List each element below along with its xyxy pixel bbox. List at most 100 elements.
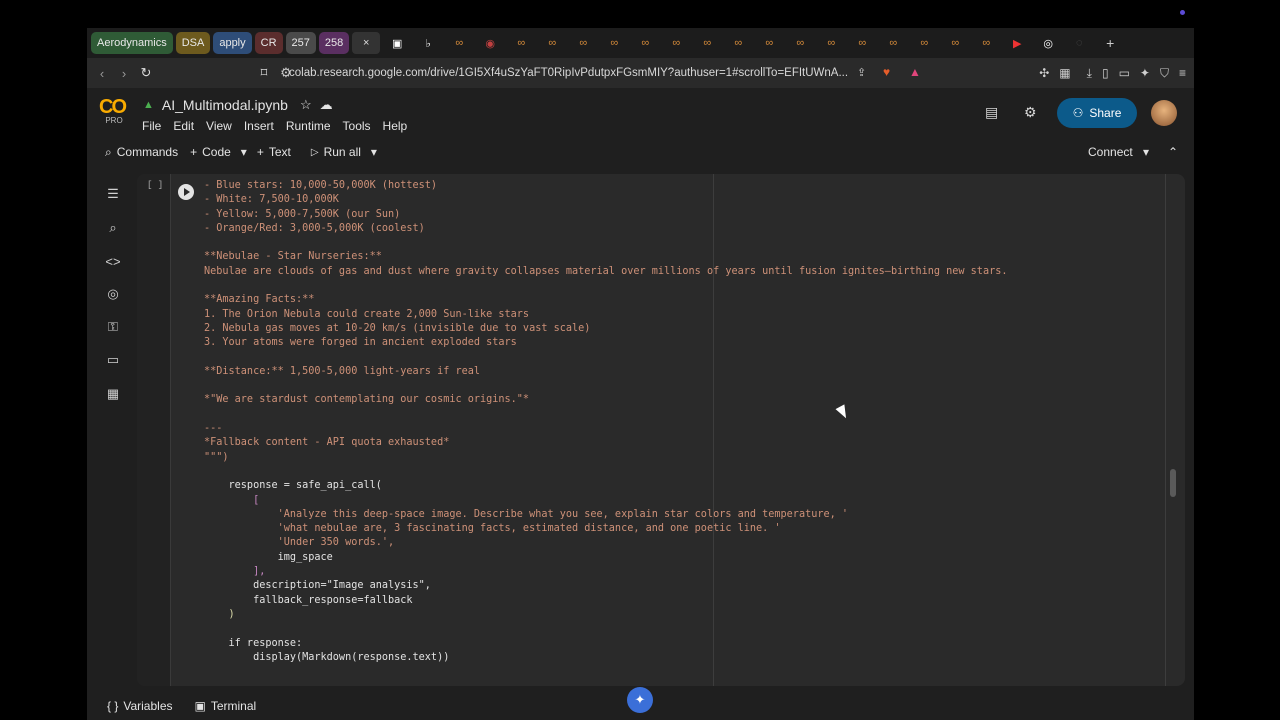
share-button[interactable]: ⚇ Share (1057, 98, 1137, 128)
gemini-button[interactable]: ✦ (627, 687, 653, 713)
tab-group-1[interactable]: DSA (175, 32, 211, 54)
forward-icon[interactable]: › (113, 62, 135, 84)
chevron-down-icon[interactable]: ▾ (1137, 145, 1155, 159)
extensions-icon[interactable]: ✣ (1039, 66, 1049, 80)
vpn-icon[interactable]: ⛉ (1160, 66, 1169, 81)
menu-item-view[interactable]: View (206, 119, 232, 133)
table-of-contents-icon[interactable]: ☰ (104, 185, 122, 203)
browser-menu-icon[interactable]: ≡ (1179, 66, 1186, 80)
run-cell-button[interactable] (178, 184, 194, 200)
chevron-down-icon[interactable]: ▾ (237, 145, 251, 159)
add-text-button[interactable]: + Text (251, 145, 297, 159)
tab-group-2[interactable]: apply (213, 32, 252, 54)
tab-colab-icon[interactable]: ∞ (662, 32, 690, 54)
download-icon[interactable]: ⤓ (1087, 66, 1092, 81)
tab-favicon-icon[interactable]: ♭ (414, 32, 442, 54)
reload-icon[interactable]: ↻ (135, 62, 157, 84)
tab-favicon-icon[interactable]: ◎ (1034, 32, 1062, 54)
menu-item-runtime[interactable]: Runtime (286, 119, 331, 133)
tab-colab-icon[interactable]: ∞ (786, 32, 814, 54)
sidebar-toggle-icon[interactable]: ▯ (1102, 66, 1109, 80)
active-tab-close-icon[interactable]: × (352, 32, 381, 54)
tab-group-0[interactable]: Aerodynamics (91, 32, 173, 54)
rewards-icon[interactable]: ▲ (909, 65, 921, 79)
secrets-key-icon[interactable]: ⚿ (104, 318, 122, 336)
variables-button[interactable]: { } Variables (101, 699, 179, 713)
collapse-header-icon[interactable]: ⌃ (1162, 145, 1184, 159)
code-line: *Fallback content - API quota exhausted* (204, 437, 450, 449)
tab-group-4[interactable]: 257 (285, 32, 316, 54)
settings-gear-icon[interactable]: ⚙ (1024, 104, 1037, 121)
new-tab-button[interactable]: + (1096, 32, 1124, 54)
star-icon[interactable]: ☆ (300, 97, 312, 113)
plus-icon: + (256, 145, 264, 159)
tab-colab-icon[interactable]: ∞ (724, 32, 752, 54)
code-label: Code (202, 145, 231, 159)
add-code-button[interactable]: + Code (184, 145, 237, 159)
tab-colab-icon[interactable]: ∞ (755, 32, 783, 54)
run-all-label: Run all (323, 145, 361, 159)
tab-group-3[interactable]: CR (254, 32, 283, 54)
tab-colab-icon[interactable]: ∞ (910, 32, 938, 54)
code-cell[interactable]: [ ] - Blue stars: 10,000-50,000K (hottes… (137, 174, 1185, 686)
tab-colab-icon[interactable]: ∞ (972, 32, 1000, 54)
menu-item-help[interactable]: Help (383, 119, 408, 133)
execution-count: [ ] (147, 180, 164, 190)
connect-button[interactable]: Connect (1082, 145, 1139, 159)
tab-colab-icon[interactable]: ∞ (507, 32, 535, 54)
share-label: Share (1089, 106, 1122, 120)
tab-colab-icon[interactable]: ∞ (538, 32, 566, 54)
share-page-icon[interactable]: ⇪ (857, 66, 866, 79)
screenshot-icon[interactable]: ▦ (1059, 66, 1070, 80)
terminal-label: Terminal (210, 699, 257, 713)
tab-colab-icon[interactable]: ∞ (941, 32, 969, 54)
tab-loading-icon[interactable]: ◌ (1065, 32, 1093, 54)
brave-shield-icon[interactable]: ♥ (883, 65, 890, 79)
tab-favicon-icon[interactable]: ◉ (476, 32, 504, 54)
code-line: img_space (204, 551, 333, 563)
tab-colab-icon[interactable]: ∞ (693, 32, 721, 54)
terminal-button[interactable]: ▣ Terminal (189, 699, 263, 713)
commands-button[interactable]: ⌕ Commands (99, 145, 184, 160)
tab-colab-icon[interactable]: ∞ (569, 32, 597, 54)
drive-icon: ▲ (143, 99, 154, 111)
tab-colab-icon[interactable]: ∞ (445, 32, 473, 54)
wallet-icon[interactable]: ▭ (1119, 66, 1130, 80)
notebook-title[interactable]: AI_Multimodal.ipynb (162, 97, 288, 113)
chevron-down-icon[interactable]: ▾ (367, 145, 381, 159)
code-editor[interactable]: - Blue stars: 10,000-50,000K (hottest) - … (204, 179, 1007, 665)
braces-icon: { } (107, 699, 119, 713)
tab-group-5[interactable]: 258 (318, 32, 350, 54)
find-replace-icon[interactable]: ⌕ (104, 219, 122, 237)
tab-colab-icon[interactable]: ∞ (600, 32, 628, 54)
tab-favicon-icon[interactable]: ▣ (383, 32, 411, 54)
gemini-sparkle-icon: ✦ (634, 692, 646, 707)
comments-icon[interactable]: ▤ (985, 104, 998, 121)
data-table-icon[interactable]: ▦ (104, 385, 122, 403)
tab-colab-icon[interactable]: ∞ (817, 32, 845, 54)
url-field[interactable]: colab.research.google.com/drive/1GI5Xf4u… (289, 58, 849, 88)
menu-item-insert[interactable]: Insert (244, 119, 274, 133)
cloud-save-icon[interactable]: ☁ (320, 97, 333, 113)
menu-item-file[interactable]: File (142, 119, 161, 133)
code-snippets-icon[interactable]: <> (104, 252, 122, 270)
code-line: Nebulae are clouds of gas and dust where… (204, 265, 1008, 277)
avatar[interactable] (1151, 100, 1177, 126)
tab-colab-icon[interactable]: ∞ (631, 32, 659, 54)
tab-colab-icon[interactable]: ∞ (848, 32, 876, 54)
bookmark-icon[interactable]: ⌑ (253, 62, 275, 84)
tab-colab-icon[interactable]: ∞ (879, 32, 907, 54)
menu-item-tools[interactable]: Tools (343, 119, 371, 133)
ai-sparkle-icon[interactable]: ✦ (1140, 66, 1150, 80)
run-all-button[interactable]: ▷ Run all (305, 145, 367, 159)
scrollbar-thumb[interactable] (1170, 469, 1176, 497)
variables-inspector-icon[interactable]: ◎ (104, 285, 122, 303)
back-icon[interactable]: ‹ (91, 62, 113, 84)
code-line: display(Markdown(response.text)) (204, 651, 450, 663)
tab-youtube-icon[interactable]: ▶ (1003, 32, 1031, 54)
colab-logo[interactable]: CO PRO (99, 96, 129, 132)
menu-item-edit[interactable]: Edit (173, 119, 194, 133)
files-folder-icon[interactable]: ▭ (104, 351, 122, 369)
